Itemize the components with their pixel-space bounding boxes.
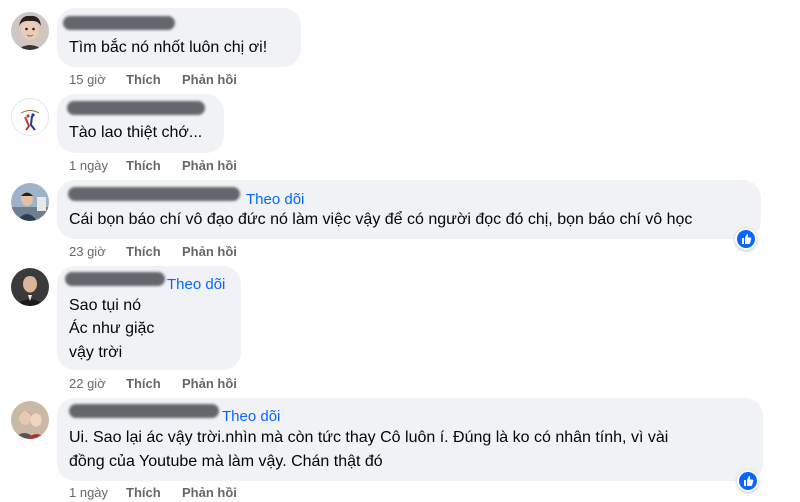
comment-time[interactable]: 1 ngày bbox=[69, 485, 126, 500]
comment-text: vậy trời bbox=[69, 344, 123, 361]
follow-button[interactable]: Theo dõi bbox=[222, 408, 280, 425]
comment-text: Ui. Sao lại ác vậy trời.nhìn mà còn tức … bbox=[69, 429, 669, 446]
comment-text: Cái bọn báo chí vô đạo đức nó làm việc v… bbox=[69, 211, 693, 228]
comment-time[interactable]: 22 giờ bbox=[69, 376, 126, 391]
redacted-author-name bbox=[69, 404, 219, 418]
redacted-author-name bbox=[65, 272, 165, 286]
comment-actions: 1 ngày Thích Phản hồi bbox=[69, 485, 237, 500]
avatar[interactable] bbox=[11, 12, 49, 50]
comment-actions: 1 ngày Thích Phản hồi bbox=[69, 158, 237, 173]
like-button[interactable]: Thích bbox=[126, 376, 182, 391]
comment-time[interactable]: 1 ngày bbox=[69, 158, 126, 173]
redacted-author-name bbox=[67, 101, 205, 115]
reply-button[interactable]: Phản hồi bbox=[182, 72, 237, 87]
comment-text: Sao tụi nó bbox=[69, 297, 142, 314]
comment-bubble: Tào lao thiệt chớ... bbox=[57, 94, 224, 153]
avatar[interactable] bbox=[11, 183, 49, 221]
reaction-badge[interactable] bbox=[737, 470, 759, 492]
comment-text: đồng của Youtube mà làm vậy. Chán thật đ… bbox=[69, 453, 383, 470]
avatar[interactable] bbox=[11, 98, 49, 136]
comment-actions: 23 giờ Thích Phản hồi bbox=[69, 244, 237, 259]
reply-button[interactable]: Phản hồi bbox=[182, 244, 237, 259]
follow-button[interactable]: Theo dõi bbox=[167, 276, 225, 293]
comment-text: Ác như giặc bbox=[69, 320, 155, 337]
reply-button[interactable]: Phản hồi bbox=[182, 485, 237, 500]
comment-text: Tào lao thiệt chớ... bbox=[69, 124, 203, 141]
comment-text: Tìm bắc nó nhốt luôn chị ơi! bbox=[69, 39, 268, 56]
redacted-author-name bbox=[68, 187, 240, 201]
comment-time[interactable]: 15 giờ bbox=[69, 72, 126, 87]
avatar[interactable] bbox=[11, 401, 49, 439]
like-button[interactable]: Thích bbox=[126, 244, 182, 259]
reply-button[interactable]: Phản hồi bbox=[182, 376, 237, 391]
comment-bubble: Theo dõi Sao tụi nó Ác như giặc vậy trời bbox=[57, 266, 241, 370]
redacted-author-name bbox=[63, 16, 175, 30]
like-button[interactable]: Thích bbox=[126, 485, 182, 500]
comment-time[interactable]: 23 giờ bbox=[69, 244, 126, 259]
reply-button[interactable]: Phản hồi bbox=[182, 158, 237, 173]
reaction-badge[interactable] bbox=[735, 228, 757, 250]
avatar[interactable] bbox=[11, 268, 49, 306]
like-button[interactable]: Thích bbox=[126, 72, 182, 87]
comment-actions: 22 giờ Thích Phản hồi bbox=[69, 376, 237, 391]
follow-button[interactable]: Theo dõi bbox=[246, 191, 304, 208]
comment-bubble: Theo dõi Cái bọn báo chí vô đạo đức nó l… bbox=[57, 180, 761, 239]
comment-actions: 15 giờ Thích Phản hồi bbox=[69, 72, 237, 87]
comment-bubble: Tìm bắc nó nhốt luôn chị ơi! bbox=[57, 8, 301, 67]
like-button[interactable]: Thích bbox=[126, 158, 182, 173]
comment-bubble: Theo dõi Ui. Sao lại ác vậy trời.nhìn mà… bbox=[57, 398, 763, 481]
